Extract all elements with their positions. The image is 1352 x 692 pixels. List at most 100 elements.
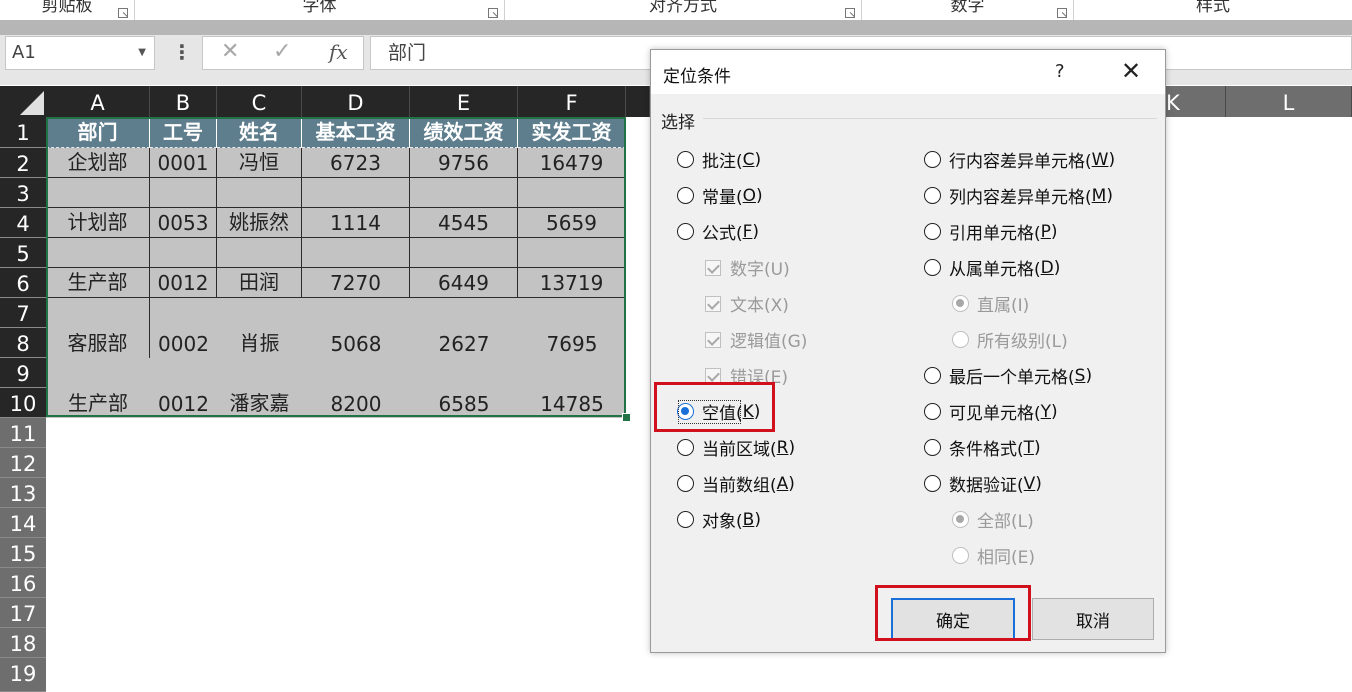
option-formulas[interactable]: 公式(F) xyxy=(677,219,759,244)
radio-button[interactable] xyxy=(952,331,969,348)
table-cell[interactable]: 16479 xyxy=(518,148,626,178)
column-header-g[interactable] xyxy=(626,86,650,117)
table-cell[interactable]: 生产部 xyxy=(46,358,150,418)
row-header-2[interactable]: 2 xyxy=(0,148,46,178)
row-header-5[interactable]: 5 xyxy=(0,238,46,268)
option-visible-cells[interactable]: 可见单元格(Y) xyxy=(924,399,1058,424)
column-header-b[interactable]: B xyxy=(150,86,217,117)
radio-button[interactable] xyxy=(924,367,941,384)
option-precedents[interactable]: 引用单元格(P) xyxy=(924,219,1058,244)
radio-button[interactable] xyxy=(924,475,941,492)
radio-button-selected[interactable] xyxy=(952,295,969,312)
column-header-k[interactable]: K xyxy=(1166,86,1226,117)
radio-button[interactable] xyxy=(677,151,694,168)
table-header-cell[interactable]: 部门 xyxy=(46,117,150,148)
table-header-cell[interactable]: 绩效工资 xyxy=(410,117,518,148)
checkbox-text[interactable]: 文本(X) xyxy=(705,291,789,316)
table-cell[interactable]: 生产部 xyxy=(46,268,150,298)
insert-function-icon[interactable]: fx xyxy=(329,40,348,64)
dialog-launcher-icon[interactable] xyxy=(118,8,128,18)
option-validation-all[interactable]: 全部(L) xyxy=(952,507,1034,532)
radio-button[interactable] xyxy=(924,223,941,240)
table-cell[interactable]: 6585 xyxy=(410,358,518,418)
checkbox[interactable] xyxy=(705,295,721,312)
dialog-launcher-icon[interactable] xyxy=(845,8,855,18)
option-current-array[interactable]: 当前数组(A) xyxy=(677,471,795,496)
column-header-f[interactable]: F xyxy=(518,86,626,117)
row-header-6[interactable]: 6 xyxy=(0,268,46,298)
radio-button[interactable] xyxy=(924,151,941,168)
table-cell[interactable]: 0012 xyxy=(150,268,217,298)
table-cell[interactable]: 客服部 xyxy=(46,298,150,358)
option-objects[interactable]: 对象(B) xyxy=(677,507,761,532)
option-last-cell[interactable]: 最后一个单元格(S) xyxy=(924,363,1092,388)
option-direct-only[interactable]: 直属(I) xyxy=(952,291,1029,316)
column-header-e[interactable]: E xyxy=(410,86,518,117)
row-header-3[interactable]: 3 xyxy=(0,178,46,208)
name-box[interactable]: A1 ▼ xyxy=(5,36,155,70)
radio-button[interactable] xyxy=(677,439,694,456)
radio-button[interactable] xyxy=(924,259,941,276)
row-header-15[interactable]: 15 xyxy=(0,538,46,568)
table-cell[interactable]: 7695 xyxy=(518,298,626,358)
more-options-icon[interactable]: ⋮ xyxy=(172,40,192,64)
table-cell[interactable]: 姚振然 xyxy=(217,208,302,238)
table-cell[interactable]: 0053 xyxy=(150,208,217,238)
option-dependents[interactable]: 从属单元格(D) xyxy=(924,255,1060,280)
table-cell[interactable]: 13719 xyxy=(518,268,626,298)
radio-button[interactable] xyxy=(952,547,969,564)
column-header-c[interactable]: C xyxy=(217,86,302,117)
row-header-1[interactable]: 1 xyxy=(0,117,46,148)
option-data-validation[interactable]: 数据验证(V) xyxy=(924,471,1042,496)
column-header-d[interactable]: D xyxy=(302,86,410,117)
table-cell[interactable]: 0012 xyxy=(150,358,217,418)
fill-handle[interactable] xyxy=(622,413,631,422)
table-cell[interactable]: 冯恒 xyxy=(217,148,302,178)
table-cell[interactable]: 田润 xyxy=(217,268,302,298)
row-header-9[interactable]: 9 xyxy=(0,358,46,388)
checkbox[interactable] xyxy=(705,259,721,276)
table-cell-empty[interactable] xyxy=(410,238,518,268)
dialog-launcher-icon[interactable] xyxy=(488,8,498,18)
table-cell[interactable]: 9756 xyxy=(410,148,518,178)
option-validation-same[interactable]: 相同(E) xyxy=(952,543,1035,568)
column-header-l[interactable]: L xyxy=(1226,86,1352,117)
table-cell[interactable]: 4545 xyxy=(410,208,518,238)
help-icon[interactable]: ? xyxy=(1055,61,1065,82)
row-header-13[interactable]: 13 xyxy=(0,478,46,508)
checkbox-logicals[interactable]: 逻辑值(G) xyxy=(705,327,807,352)
option-row-differences[interactable]: 行内容差异单元格(W) xyxy=(924,147,1115,172)
table-cell-empty[interactable] xyxy=(150,238,217,268)
checkbox-numbers[interactable]: 数字(U) xyxy=(705,255,790,280)
option-column-differences[interactable]: 列内容差异单元格(M) xyxy=(924,183,1113,208)
table-cell-empty[interactable] xyxy=(518,178,626,208)
table-cell-empty[interactable] xyxy=(518,238,626,268)
table-cell[interactable]: 14785 xyxy=(518,358,626,418)
table-cell-empty[interactable] xyxy=(302,238,410,268)
cancel-button[interactable]: 取消 xyxy=(1032,598,1154,640)
row-header-7[interactable]: 7 xyxy=(0,298,46,328)
table-header-cell[interactable]: 基本工资 xyxy=(302,117,410,148)
table-cell[interactable]: 企划部 xyxy=(46,148,150,178)
table-cell[interactable]: 肖振 xyxy=(217,298,302,358)
option-conditional-formats[interactable]: 条件格式(T) xyxy=(924,435,1041,460)
option-current-region[interactable]: 当前区域(R) xyxy=(677,435,795,460)
row-header-18[interactable]: 18 xyxy=(0,628,46,658)
select-all-corner[interactable] xyxy=(0,86,46,117)
table-cell[interactable]: 潘家嘉 xyxy=(217,358,302,418)
radio-button[interactable] xyxy=(924,439,941,456)
radio-button[interactable] xyxy=(924,187,941,204)
table-cell-empty[interactable] xyxy=(217,238,302,268)
option-constants[interactable]: 常量(O) xyxy=(677,183,763,208)
table-cell-empty[interactable] xyxy=(302,178,410,208)
confirm-entry-icon[interactable]: ✓ xyxy=(273,39,291,64)
radio-button[interactable] xyxy=(677,475,694,492)
table-cell[interactable]: 8200 xyxy=(302,358,410,418)
table-cell[interactable]: 1114 xyxy=(302,208,410,238)
column-header-a[interactable]: A xyxy=(46,86,150,117)
table-cell[interactable]: 6449 xyxy=(410,268,518,298)
table-cell-empty[interactable] xyxy=(217,178,302,208)
row-header-17[interactable]: 17 xyxy=(0,598,46,628)
table-cell[interactable]: 0002 xyxy=(150,298,217,358)
table-header-cell[interactable]: 实发工资 xyxy=(518,117,626,148)
